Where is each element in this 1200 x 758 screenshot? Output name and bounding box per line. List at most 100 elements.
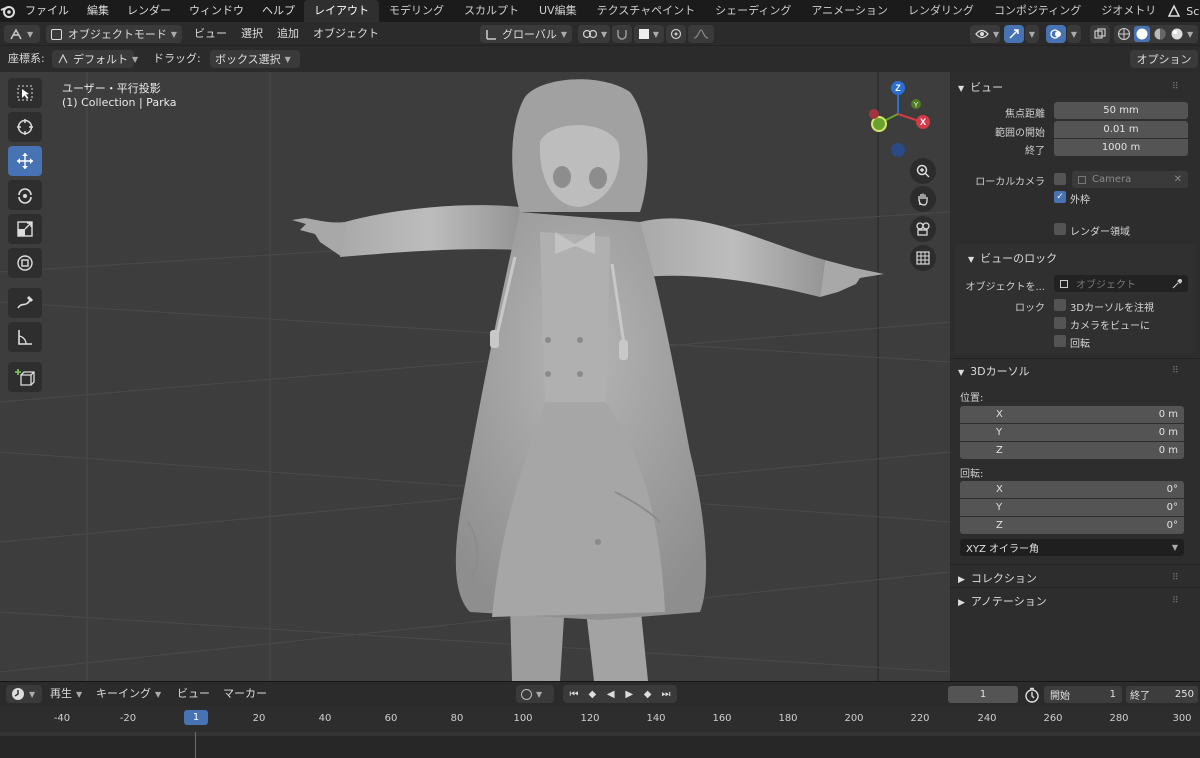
annotation-section-header[interactable]: ▶ アノテーション (958, 593, 1047, 609)
xray-toggle[interactable] (1090, 25, 1110, 43)
viewport-canvas[interactable] (0, 72, 950, 681)
menu-help[interactable]: ヘルプ (253, 0, 304, 22)
drag-handle-icon[interactable]: ⠿ (1172, 573, 1179, 583)
collection-section-header[interactable]: ▶ コレクション (958, 570, 1037, 586)
timeline-body[interactable] (0, 732, 1200, 758)
playhead-frame-indicator[interactable]: 1 (184, 710, 208, 725)
menu-view[interactable]: ビュー (194, 25, 227, 43)
camera-selector[interactable]: Camera ✕ (1072, 171, 1188, 188)
select-box-tool[interactable] (8, 78, 42, 108)
solid-shading-icon[interactable] (1134, 26, 1150, 42)
marker-menu[interactable]: マーカー (223, 685, 267, 703)
start-frame-field[interactable]: 開始 1 (1044, 686, 1122, 703)
wireframe-shading-icon[interactable] (1117, 27, 1131, 41)
overlay-dropdown[interactable]: ▼ (1067, 25, 1081, 43)
scene-icon[interactable] (1166, 3, 1182, 19)
move-tool[interactable] (8, 146, 42, 176)
clip-end-field[interactable]: 1000 m (1054, 139, 1188, 156)
options-button[interactable]: オプション (1130, 50, 1198, 68)
cursor-section-header[interactable]: ▼ 3Dカーソル (958, 363, 1030, 379)
zoom-button[interactable] (910, 158, 936, 184)
workspace-tab-geometry[interactable]: ジオメトリ (1091, 0, 1166, 22)
lock-rotation-checkbox[interactable] (1054, 335, 1066, 347)
workspace-tab-rendering[interactable]: レンダリング (898, 0, 984, 22)
workspace-tab-texture-paint[interactable]: テクスチャペイント (587, 0, 706, 22)
annotate-tool[interactable] (8, 288, 42, 318)
render-region-checkbox[interactable] (1054, 223, 1066, 235)
rotation-z-field[interactable]: Z 0° (960, 517, 1184, 534)
gizmo-dropdown[interactable]: ▼ (1025, 25, 1039, 43)
jump-start-icon[interactable]: ⏮ (567, 687, 581, 701)
jump-end-icon[interactable]: ⏭ (659, 687, 673, 701)
next-keyframe-icon[interactable]: ◆ (641, 687, 655, 701)
pivot-point-button[interactable]: ▼ (578, 25, 610, 43)
playback-menu[interactable]: 再生 ▼ (50, 685, 82, 703)
transform-orientation-select[interactable]: グローバル ▼ (480, 25, 572, 43)
current-frame-field[interactable]: 1 (948, 686, 1018, 703)
material-shading-icon[interactable] (1153, 27, 1167, 41)
visibility-select[interactable]: ▼ (970, 25, 1000, 43)
drag-handle-icon[interactable]: ⠿ (1172, 596, 1179, 606)
view-section-header[interactable]: ▼ ビュー (958, 79, 1003, 95)
timeline-scroll-track[interactable] (0, 732, 1200, 736)
lock-camera-checkbox[interactable] (1054, 317, 1066, 329)
scene-name[interactable]: Sc (1186, 5, 1200, 18)
perspective-toggle-button[interactable] (910, 245, 936, 271)
workspace-tab-animation[interactable]: アニメーション (801, 0, 898, 22)
rotation-x-field[interactable]: X 0° (960, 481, 1184, 498)
end-frame-field[interactable]: 終了 250 (1126, 686, 1198, 703)
add-cube-tool[interactable] (8, 362, 42, 392)
border-checkbox[interactable]: ✓ (1054, 191, 1066, 203)
workspace-tab-modeling[interactable]: モデリング (379, 0, 454, 22)
blender-logo-icon[interactable] (0, 0, 16, 22)
playhead-line[interactable] (195, 732, 196, 758)
location-x-field[interactable]: X 0 m (960, 406, 1184, 423)
rotate-tool[interactable] (8, 180, 42, 210)
workspace-tab-compositing[interactable]: コンポジティング (984, 0, 1091, 22)
menu-add[interactable]: 追加 (277, 25, 299, 43)
workspace-tab-uv[interactable]: UV編集 (529, 0, 587, 22)
pan-button[interactable] (910, 186, 936, 212)
workspace-tab-layout[interactable]: レイアウト (304, 0, 379, 22)
coord-system-select[interactable]: デフォルト ▼ (52, 50, 138, 68)
menu-render[interactable]: レンダー (118, 0, 180, 22)
location-y-field[interactable]: Y 0 m (960, 424, 1184, 441)
rotation-y-field[interactable]: Y 0° (960, 499, 1184, 516)
gizmo-toggle[interactable] (1004, 25, 1024, 43)
character-model[interactable] (292, 79, 884, 681)
menu-select[interactable]: 選択 (241, 25, 263, 43)
timeline-view-menu[interactable]: ビュー (177, 685, 210, 703)
cursor-tool[interactable] (8, 112, 42, 142)
gizmo-y-axis[interactable] (871, 116, 887, 132)
camera-view-button[interactable] (910, 216, 936, 242)
prev-keyframe-icon[interactable]: ◆ (585, 687, 599, 701)
menu-object[interactable]: オブジェクト (313, 25, 379, 43)
drag-handle-icon[interactable]: ⠿ (1172, 366, 1179, 376)
timeline-editor-type[interactable]: ▼ (6, 685, 42, 703)
menu-edit[interactable]: 編集 (78, 0, 118, 22)
measure-tool[interactable] (8, 322, 42, 352)
clip-start-field[interactable]: 0.01 m (1054, 121, 1188, 138)
auto-keying-toggle[interactable]: ▼ (516, 685, 554, 703)
play-icon[interactable]: ▶ (622, 687, 636, 701)
menu-window[interactable]: ウィンドウ (180, 0, 253, 22)
workspace-tab-sculpt[interactable]: スカルプト (454, 0, 529, 22)
drag-mode-select[interactable]: ボックス選択 ▼ (210, 50, 300, 68)
proportional-edit-toggle[interactable] (666, 25, 686, 43)
snap-target-select[interactable]: ▼ (634, 25, 664, 43)
3d-viewport[interactable]: ユーザー・平行投影 (1) Collection | Parka Z X Y (0, 72, 950, 681)
chevron-down-icon[interactable]: ▼ (1187, 30, 1193, 39)
falloff-select[interactable] (688, 25, 714, 43)
snap-toggle[interactable] (612, 25, 632, 43)
focal-length-field[interactable]: 50 mm (1054, 102, 1188, 119)
workspace-tab-shading[interactable]: シェーディング (705, 0, 801, 22)
view-lock-header[interactable]: ▼ ビューのロック (968, 250, 1057, 266)
mode-select[interactable]: オブジェクトモード ▼ (46, 25, 182, 43)
overlay-toggle[interactable] (1046, 25, 1066, 43)
local-camera-checkbox[interactable] (1054, 173, 1066, 185)
clear-icon[interactable]: ✕ (1174, 174, 1182, 185)
timeline-ruler[interactable]: -40 -20 1 20 40 60 80 100 120 140 160 18… (0, 706, 1200, 732)
navigation-gizmo[interactable]: Z X Y (858, 80, 938, 160)
eyedropper-icon[interactable] (1172, 278, 1182, 289)
scale-tool[interactable] (8, 214, 42, 244)
